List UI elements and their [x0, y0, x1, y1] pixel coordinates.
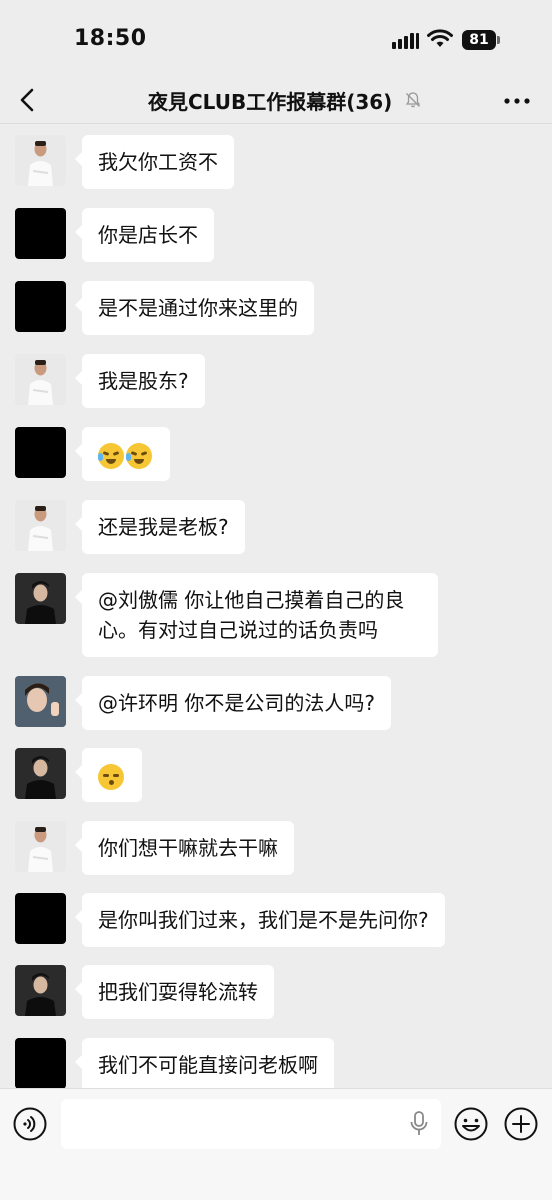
chat-header: 夜見CLUB工作报幕群(36): [0, 78, 552, 124]
emoji-message-bubble[interactable]: [75, 748, 142, 802]
status-bar: 18:50 81: [0, 0, 552, 78]
message-bubble[interactable]: 你们想干嘛就去干嘛: [75, 821, 294, 875]
message-bubble[interactable]: 我欠你工资不: [75, 135, 234, 189]
avatar[interactable]: [15, 427, 66, 478]
avatar[interactable]: [15, 573, 66, 624]
more-options-button[interactable]: [500, 86, 534, 116]
input-bar: [0, 1088, 552, 1200]
message-bubble[interactable]: 把我们耍得轮流转: [75, 965, 274, 1019]
back-button[interactable]: [10, 82, 46, 118]
message-bubble[interactable]: @刘傲儒 你让他自己摸着自己的良心。有对过自己说过的话负责吗: [75, 573, 438, 657]
avatar[interactable]: [15, 821, 66, 872]
message-bubble[interactable]: 是你叫我们过来，我们是不是先问你?: [75, 893, 445, 947]
message-bubble[interactable]: 还是我是老板?: [75, 500, 245, 554]
avatar[interactable]: [15, 893, 66, 944]
more-functions-plus-button[interactable]: [503, 1106, 539, 1142]
battery-tip: [497, 36, 500, 44]
status-time: 18:50: [74, 26, 147, 51]
message-bubble[interactable]: 我是股东?: [75, 354, 205, 408]
mute-bell-icon: [405, 92, 421, 108]
avatar[interactable]: [15, 748, 66, 799]
avatar[interactable]: [15, 281, 66, 332]
cellular-signal-icon: [392, 31, 420, 49]
message-bubble[interactable]: 你是店长不: [75, 208, 214, 262]
battery-icon: 81: [462, 30, 496, 50]
crying-laughing-emoji-icon: [98, 442, 124, 469]
avatar[interactable]: [15, 500, 66, 551]
message-bubble[interactable]: 是不是通过你来这里的: [75, 281, 314, 335]
microphone-icon[interactable]: [409, 1111, 429, 1137]
voice-input-button[interactable]: [12, 1106, 48, 1142]
avatar[interactable]: [15, 965, 66, 1016]
kissing-face-emoji-icon: [98, 763, 124, 790]
avatar[interactable]: [15, 1038, 66, 1088]
wifi-icon: [427, 29, 453, 47]
message-input[interactable]: [61, 1099, 441, 1149]
emoji-message-bubble[interactable]: [75, 427, 170, 481]
chat-message-list[interactable]: 我欠你工资不 你是店长不 是不是通过你来这里的 我是股东? 还是我是老板? @刘…: [0, 124, 552, 1088]
chat-title: 夜見CLUB工作报幕群(36): [148, 90, 393, 114]
avatar[interactable]: [15, 354, 66, 405]
crying-laughing-emoji-icon: [126, 442, 152, 469]
message-bubble[interactable]: @许环明 你不是公司的法人吗?: [75, 676, 391, 730]
avatar[interactable]: [15, 135, 66, 186]
message-bubble[interactable]: 我们不可能直接问老板啊: [75, 1038, 334, 1088]
emoji-button[interactable]: [453, 1106, 489, 1142]
avatar[interactable]: [15, 676, 66, 727]
avatar[interactable]: [15, 208, 66, 259]
